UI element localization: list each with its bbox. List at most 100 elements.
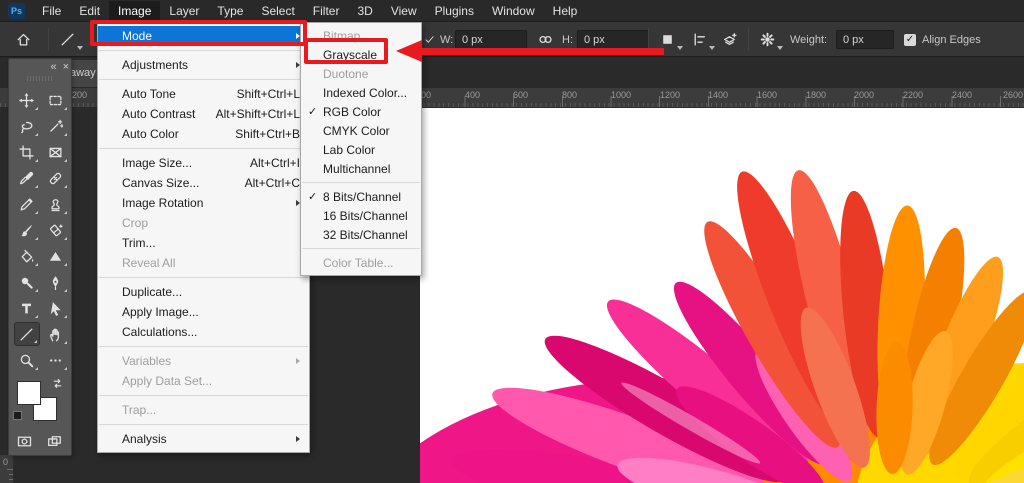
menu-item-auto-tone[interactable]: Auto Tone Shift+Ctrl+L [98,84,309,104]
eraser-tool[interactable] [43,218,69,242]
quick-mask-button[interactable] [15,434,34,449]
path-selection-tool[interactable] [43,296,69,320]
menu-item-shortcut: Shift+Ctrl+L [237,87,300,101]
ruler-label: 0 [3,457,8,467]
menu-item-trap: Trap... [98,400,309,420]
lasso-tool[interactable] [14,114,40,138]
menu-item-image-rotation[interactable]: Image Rotation [98,193,309,213]
rectangular-marquee-tool[interactable] [43,88,69,112]
zoom-tool[interactable] [14,348,40,372]
crop-tool[interactable] [14,140,40,164]
foreground-color-swatch[interactable] [17,381,41,405]
ruler-tick [9,474,13,475]
move-tool[interactable] [14,88,40,112]
align-edges-checkbox[interactable]: ✓ [904,22,916,57]
menu-item-duplicate[interactable]: Duplicate... [98,282,309,302]
menu-item-image-size[interactable]: Image Size... Alt+Ctrl+I [98,153,309,173]
swap-colors-icon[interactable] [51,377,64,390]
menu-item-apply-image[interactable]: Apply Image... [98,302,309,322]
frame-tool[interactable] [43,140,69,164]
edit-toolbar-button[interactable] [43,348,69,372]
menu-item-rgb-color[interactable]: ✓RGB Color [301,102,421,121]
menu-item-lab-color[interactable]: Lab Color [301,140,421,159]
menu-item-calculations[interactable]: Calculations... [98,322,309,342]
close-panel-button[interactable]: × [63,61,69,73]
menu-item-label: Duotone [323,67,412,81]
clone-stamp-tool[interactable] [43,192,69,216]
ruler-label: 1800 [806,90,826,100]
color-swatches [9,375,73,421]
menu-item-trim[interactable]: Trim... [98,233,309,253]
menu-item-label: Image Size... [122,156,238,170]
menubar-item-layer[interactable]: Layer [160,1,208,21]
ruler-label: 2400 [952,90,972,100]
menu-item-label: Auto Color [122,127,223,141]
check-icon: ✓ [906,34,914,45]
tool-preset-line[interactable] [60,22,83,57]
menu-item-auto-color[interactable]: Auto Color Shift+Ctrl+B [98,124,309,144]
ruler-label: 400 [465,90,480,100]
type-tool[interactable] [14,296,40,320]
menu-item-shortcut: Alt+Ctrl+I [250,156,300,170]
history-brush-tool[interactable] [14,218,40,242]
menubar-item-plugins[interactable]: Plugins [426,1,483,21]
screen-mode-button[interactable] [45,434,64,449]
menu-item-duotone: Duotone [301,64,421,83]
menu-item-cmyk-color[interactable]: CMYK Color [301,121,421,140]
menu-item-auto-contrast[interactable]: Auto ContrastAlt+Shift+Ctrl+L [98,104,309,124]
menu-item-color-table: Color Table... [301,253,421,272]
menu-item-16-bits[interactable]: 16 Bits/Channel [301,206,421,225]
menubar-item-view[interactable]: View [382,1,426,21]
menu-separator [99,50,308,51]
menu-item-label: RGB Color [323,105,412,119]
mode-annotation-box [90,20,307,46]
dodge-tool[interactable] [14,270,40,294]
menu-item-analysis[interactable]: Analysis [98,429,309,449]
width-input[interactable] [455,30,527,49]
menubar-item-image[interactable]: Image [109,1,160,21]
menu-item-32-bits[interactable]: 32 Bits/Channel [301,225,421,244]
collapse-panel-button[interactable]: « [50,61,56,73]
gear-button[interactable] [760,22,783,57]
menu-item-label: Auto Tone [122,87,225,101]
menubar-item-file[interactable]: File [33,1,70,21]
menu-item-canvas-size[interactable]: Canvas Size...Alt+Ctrl+C [98,173,309,193]
menu-item-shortcut: Alt+Shift+Ctrl+L [216,107,300,121]
menu-item-label: Adjustments [122,58,296,72]
document-canvas[interactable] [420,108,1024,483]
menubar-item-window[interactable]: Window [483,1,544,21]
separator [748,28,749,51]
paint-bucket-tool[interactable] [14,244,40,268]
pen-tool[interactable] [43,270,69,294]
menu-item-multichannel[interactable]: Multichannel [301,159,421,178]
menu-item-adjustments[interactable]: Adjustments [98,55,309,75]
default-colors-icon[interactable] [13,411,22,420]
menubar-item-help[interactable]: Help [544,1,587,21]
align-edges-label: Align Edges [922,22,981,57]
logo-text: Ps [11,6,22,16]
menubar-item-edit[interactable]: Edit [70,1,109,21]
menubar-item-3d[interactable]: 3D [348,1,381,21]
home-button[interactable] [16,22,31,57]
spot-healing-tool[interactable] [43,166,69,190]
menubar-item-type[interactable]: Type [208,1,252,21]
magic-wand-tool[interactable] [43,114,69,138]
weight-input[interactable] [836,30,894,49]
menu-item-label: Analysis [122,432,296,446]
menu-item-indexed-color[interactable]: Indexed Color... [301,83,421,102]
eyedropper-tool[interactable] [14,166,40,190]
shape-tool[interactable] [43,244,69,268]
line-tool[interactable] [14,322,40,346]
height-input[interactable] [577,30,649,49]
panel-grip[interactable] [27,76,53,81]
menu-item-shortcut: Shift+Ctrl+B [235,127,300,141]
menubar-item-select[interactable]: Select [252,1,303,21]
hand-tool[interactable] [43,322,69,346]
align-button[interactable] [692,22,715,57]
menubar-item-filter[interactable]: Filter [304,1,349,21]
document-tab[interactable]: away [70,60,97,87]
path-operations-button[interactable] [722,22,737,57]
pencil-tool[interactable] [14,192,40,216]
ruler-tick [7,469,13,470]
menu-item-8-bits[interactable]: ✓8 Bits/Channel [301,187,421,206]
